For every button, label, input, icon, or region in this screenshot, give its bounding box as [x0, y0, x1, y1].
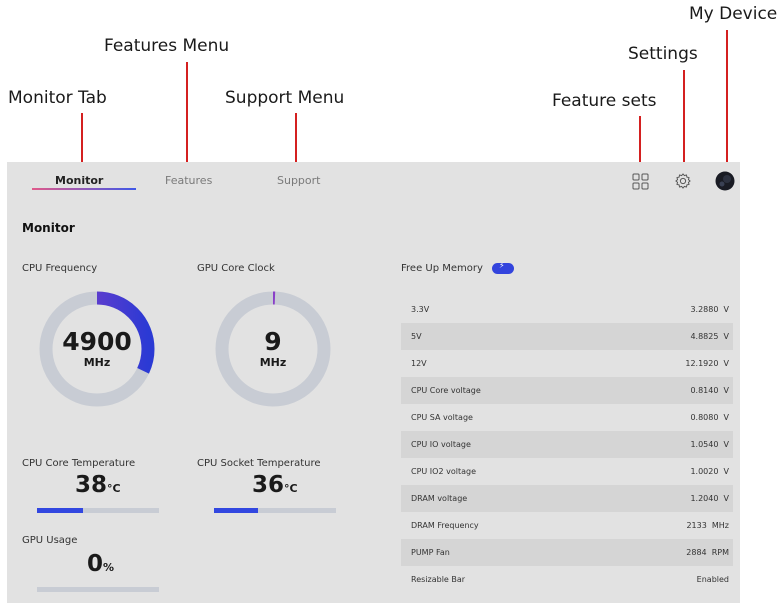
section-title: Monitor [22, 221, 75, 235]
cpu-core-temperature-value: 38 [75, 472, 108, 498]
table-row: 3.3V 3.2880 V [401, 296, 733, 323]
voltage-name: DRAM voltage [411, 494, 468, 503]
voltage-name: CPU SA voltage [411, 413, 473, 422]
table-row: PUMP Fan 2884 RPM [401, 539, 733, 566]
voltage-value: 4.8825 V [690, 332, 729, 341]
voltage-name: CPU IO2 voltage [411, 467, 476, 476]
cpu-core-temperature-bar-fill [37, 508, 84, 513]
table-row: 12V 12.1920 V [401, 350, 733, 377]
table-row: 5V 4.8825 V [401, 323, 733, 350]
free-up-memory-label: Free Up Memory [401, 263, 483, 274]
voltage-value: 0.8080 V [690, 413, 729, 422]
callout-line-features [186, 62, 188, 177]
table-row: DRAM voltage 1.2040 V [401, 485, 733, 512]
cpu-core-temperature-bar [37, 508, 159, 513]
free-up-memory-button[interactable] [492, 261, 514, 274]
gear-icon[interactable] [674, 172, 692, 194]
app-window: Monitor Features Support Monitor CPU Fre… [7, 162, 740, 603]
tab-support[interactable]: Support [277, 174, 320, 187]
gpu-usage-unit: % [103, 561, 115, 574]
cpu-frequency-unit: MHz [83, 356, 111, 369]
cpu-socket-temperature-readout: 36°C [252, 472, 298, 498]
gpu-usage-readout: 0% [87, 551, 114, 577]
callout-features-menu: Features Menu [104, 36, 230, 56]
voltage-value: 0.8140 V [690, 386, 729, 395]
voltage-name: PUMP Fan [411, 548, 450, 557]
voltage-name: 3.3V [411, 305, 430, 314]
voltage-value: 12.1920 V [685, 359, 729, 368]
gpu-core-clock-unit: MHz [259, 356, 287, 369]
cpu-core-temperature-label: CPU Core Temperature [22, 458, 136, 469]
table-row: DRAM Frequency 2133 MHz [401, 512, 733, 539]
table-row: Resizable Bar Enabled [401, 566, 733, 593]
gpu-usage-value: 0 [87, 551, 104, 577]
voltage-value: 2884 RPM [686, 548, 729, 557]
voltage-name: 5V [411, 332, 422, 341]
gpu-core-clock-readout: 9 MHz [213, 327, 333, 370]
table-row: CPU IO voltage 1.0540 V [401, 431, 733, 458]
cpu-frequency-readout: 4900 MHz [37, 327, 157, 370]
tab-monitor-underline [32, 188, 136, 190]
cpu-socket-temperature-label: CPU Socket Temperature [197, 458, 321, 469]
table-row: CPU IO2 voltage 1.0020 V [401, 458, 733, 485]
tab-monitor[interactable]: Monitor [55, 174, 103, 187]
feature-sets-icon[interactable] [632, 173, 649, 194]
cpu-core-temperature-readout: 38°C [75, 472, 121, 498]
cpu-socket-temperature-unit: °C [284, 482, 298, 495]
voltage-name: 12V [411, 359, 427, 368]
voltage-value: 2133 MHz [686, 521, 729, 530]
tab-features[interactable]: Features [165, 174, 212, 187]
callout-my-device: My Device [689, 4, 778, 24]
gpu-core-clock-label: GPU Core Clock [197, 263, 275, 274]
gpu-usage-bar [37, 587, 159, 592]
voltage-name: DRAM Frequency [411, 521, 479, 530]
cpu-socket-temperature-bar [214, 508, 336, 513]
callout-settings: Settings [628, 44, 698, 64]
voltage-name: Resizable Bar [411, 575, 466, 584]
voltage-value: 1.2040 V [690, 494, 729, 503]
voltage-name: CPU IO voltage [411, 440, 471, 449]
callout-feature-sets: Feature sets [552, 91, 657, 111]
table-row: CPU Core voltage 0.8140 V [401, 377, 733, 404]
my-device-avatar[interactable] [715, 171, 735, 195]
voltage-value: 3.2880 V [690, 305, 729, 314]
callout-support-menu: Support Menu [225, 88, 345, 108]
cpu-frequency-label: CPU Frequency [22, 263, 98, 274]
callout-line-my-device [726, 30, 728, 174]
table-row: CPU SA voltage 0.8080 V [401, 404, 733, 431]
voltage-value: 1.0020 V [690, 467, 729, 476]
cpu-core-temperature-unit: °C [107, 482, 121, 495]
voltage-value: 1.0540 V [690, 440, 729, 449]
callout-line-settings [683, 70, 685, 174]
gpu-core-clock-value: 9 [264, 327, 282, 356]
cpu-frequency-value: 4900 [62, 327, 132, 356]
voltage-value: Enabled [696, 575, 729, 584]
voltage-table: 3.3V 3.2880 V 5V 4.8825 V 12V 12.1920 V CPU Co… [401, 296, 733, 593]
callout-monitor-tab: Monitor Tab [8, 88, 107, 108]
voltage-name: CPU Core voltage [411, 386, 481, 395]
cpu-socket-temperature-value: 36 [252, 472, 285, 498]
gpu-usage-label: GPU Usage [22, 535, 78, 546]
cpu-socket-temperature-bar-fill [214, 508, 258, 513]
